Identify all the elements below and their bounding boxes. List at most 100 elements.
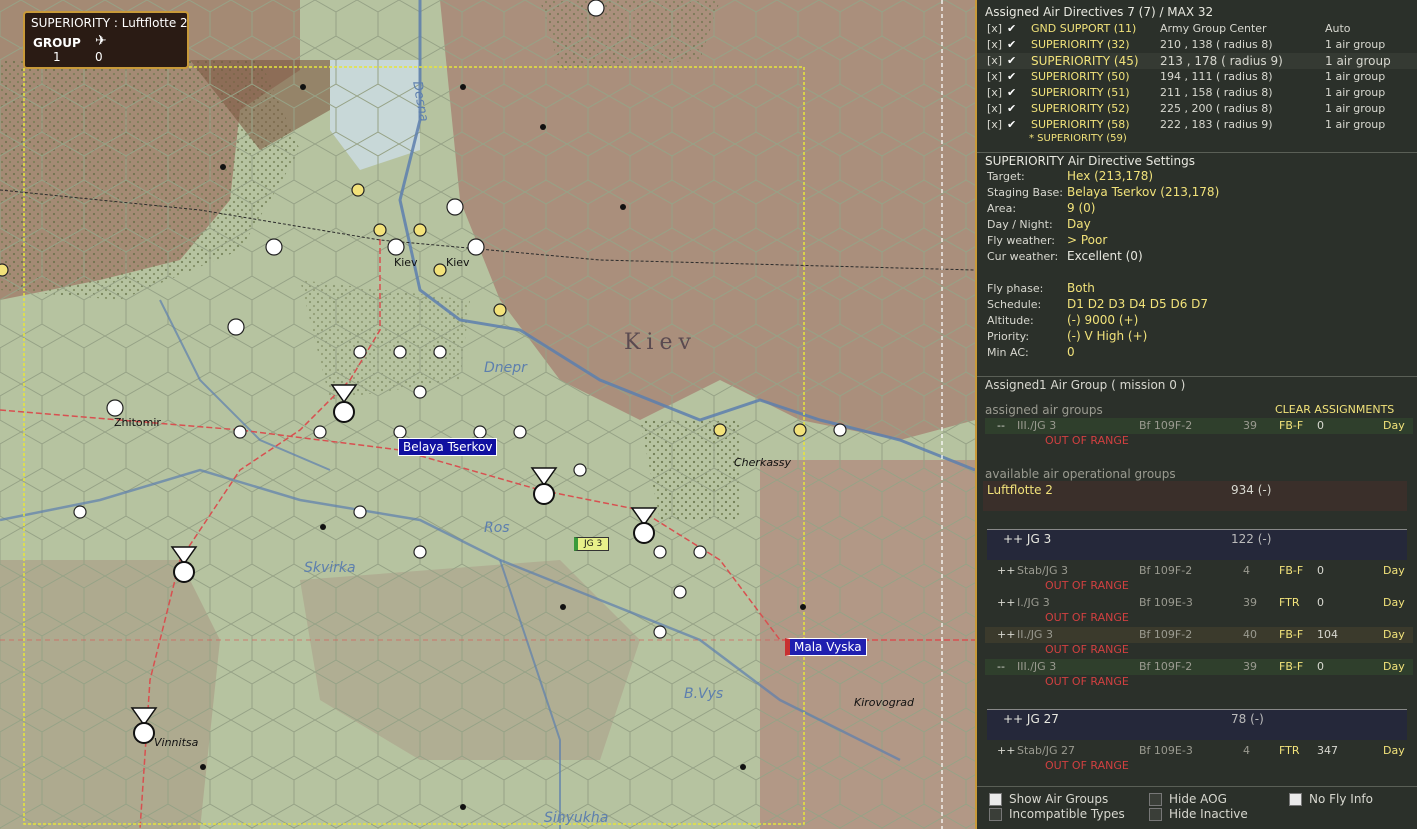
air-unit-row[interactable]: ++ Stab/JG 3 Bf 109F-2 4 FB-F 0 Day: [985, 563, 1413, 579]
row-status: OUT OF RANGE: [1045, 643, 1129, 656]
setting-key: Area:: [987, 202, 1017, 215]
row-mark[interactable]: ++: [997, 564, 1015, 577]
show-air-groups-checkbox[interactable]: [989, 793, 1002, 806]
assigned-group-row[interactable]: -- III./JG 3 Bf 109F-2 39 FB-F 0 Day: [985, 418, 1413, 434]
directive-row[interactable]: [x] ✔ GND SUPPORT (11) Army Group Center Aut…: [977, 21, 1417, 37]
directive-row[interactable]: [x] ✔ SUPERIORITY (50) 194 , 111 ( radius 8…: [977, 69, 1417, 85]
setting-key: Altitude:: [987, 314, 1034, 327]
directive-overlay: SUPERIORITY : Luftflotte 2 GROUP ✈ 1 0: [23, 11, 189, 69]
directive-name: SUPERIORITY (50): [1031, 70, 1130, 83]
row-unit: III./JG 3: [1017, 660, 1057, 673]
air-unit-row[interactable]: ++ I./JG 3 Bf 109E-3 39 FTR 0 Day: [985, 595, 1413, 611]
air-group-header[interactable]: ++ JG 27 78 (-): [987, 709, 1407, 740]
directive-enabled[interactable]: [x]: [987, 86, 1002, 99]
setting-value: Excellent (0): [1067, 249, 1143, 263]
no-fly-info-checkbox[interactable]: [1289, 793, 1302, 806]
air-unit-row[interactable]: ++ Stab/JG 27 Bf 109E-3 4 FTR 347 Day: [985, 743, 1413, 759]
checkmark-icon[interactable]: ✔: [1007, 54, 1016, 67]
city-label-kiev-2: Kiev: [446, 256, 470, 269]
row-mark[interactable]: ++: [997, 596, 1015, 609]
directive-enabled[interactable]: [x]: [987, 118, 1002, 131]
available-groups-label: available air operational groups: [985, 467, 1176, 481]
air-group-name: ++ JG 3: [1003, 532, 1052, 546]
row-mark[interactable]: --: [997, 660, 1005, 673]
hide-aog-checkbox[interactable]: [1149, 793, 1162, 806]
overlay-title: SUPERIORITY : Luftflotte 2: [31, 16, 188, 30]
air-group-counter-jg3[interactable]: JG 3: [574, 537, 610, 551]
region-label-kiev: Kiev: [624, 330, 697, 355]
row-aircraft: Bf 109E-3: [1139, 744, 1193, 757]
assigned-groups-label: assigned air groups: [985, 403, 1103, 417]
directive-enabled[interactable]: [x]: [987, 70, 1002, 83]
river-label-ros: Ros: [484, 520, 510, 536]
setting-key: Min AC:: [987, 346, 1029, 359]
directive-enabled[interactable]: [x]: [987, 22, 1002, 35]
city-label-kiev: Kiev: [394, 256, 418, 269]
directive-enabled[interactable]: [x]: [987, 102, 1002, 115]
incompatible-types-label: Incompatible Types: [1009, 807, 1125, 821]
directive-row[interactable]: [x] ✔ SUPERIORITY (32) 210 , 138 ( radius 8…: [977, 37, 1417, 53]
hide-aog-label: Hide AOG: [1169, 792, 1227, 806]
checkmark-icon[interactable]: ✔: [1007, 38, 1016, 51]
directive-target: 213 , 178 ( radius 9): [1160, 54, 1283, 68]
checkmark-icon[interactable]: ✔: [1007, 102, 1016, 115]
city-label-mala-vyska[interactable]: Mala Vyska: [785, 638, 867, 656]
air-unit-row[interactable]: -- III./JG 3 Bf 109F-2 39 FB-F 0 Day: [985, 659, 1413, 675]
row-aircraft: Bf 109E-3: [1139, 596, 1193, 609]
checkmark-icon[interactable]: ✔: [1007, 118, 1016, 131]
row-time: Day: [1383, 596, 1405, 609]
directive-amount: 1 air group: [1325, 102, 1386, 115]
row-count: 40: [1243, 628, 1257, 641]
row-time: Day: [1383, 660, 1405, 673]
row-status: OUT OF RANGE: [1045, 579, 1129, 592]
incompatible-types-checkbox[interactable]: [989, 808, 1002, 821]
directive-name: SUPERIORITY (52): [1031, 102, 1130, 115]
directive-row[interactable]: [x] ✔ SUPERIORITY (45) 213 , 178 ( radius 9…: [977, 53, 1417, 69]
row-type: FB-F: [1279, 628, 1304, 641]
river-label-sinyukha: Sinyukha: [544, 810, 609, 826]
directive-amount: 1 air group: [1325, 54, 1391, 68]
setting-value[interactable]: 0: [1067, 345, 1075, 359]
row-type: FTR: [1279, 744, 1300, 757]
directive-row[interactable]: [x] ✔ SUPERIORITY (52) 225 , 200 ( radius 8…: [977, 101, 1417, 117]
setting-value[interactable]: D1 D2 D3 D4 D5 D6 D7: [1067, 297, 1208, 311]
directive-enabled[interactable]: [x]: [987, 38, 1002, 51]
air-unit-row[interactable]: ++ II./JG 3 Bf 109F-2 40 FB-F 104 Day: [985, 627, 1413, 643]
row-status: OUT OF RANGE: [1045, 675, 1129, 688]
row-mark[interactable]: ++: [997, 628, 1015, 641]
setting-value: Both: [1067, 281, 1095, 295]
checkmark-icon[interactable]: ✔: [1007, 22, 1016, 35]
directive-partial-row[interactable]: * SUPERIORITY (59): [1029, 133, 1127, 144]
row-missions: 104: [1317, 628, 1338, 641]
directive-target: 194 , 111 ( radius 8): [1160, 70, 1273, 83]
setting-key: Schedule:: [987, 298, 1042, 311]
air-directive-panel: Assigned Air Directives 7 (7) / MAX 32 […: [975, 0, 1417, 829]
hide-inactive-label: Hide Inactive: [1169, 807, 1248, 821]
directive-row[interactable]: [x] ✔ SUPERIORITY (58) 222 , 183 ( radius 9…: [977, 117, 1417, 133]
directive-name: SUPERIORITY (32): [1031, 38, 1130, 51]
city-label-cherkassy: Cherkassy: [734, 456, 792, 469]
row-mark[interactable]: ++: [997, 744, 1015, 757]
directive-row[interactable]: [x] ✔ SUPERIORITY (51) 211 , 158 ( radius 8…: [977, 85, 1417, 101]
row-missions: 0: [1317, 419, 1324, 432]
city-label-kirovograd: Kirovograd: [854, 696, 914, 709]
checkmark-icon[interactable]: ✔: [1007, 70, 1016, 83]
directive-enabled[interactable]: [x]: [987, 54, 1002, 67]
river-label-skvirka: Skvirka: [304, 560, 356, 576]
clear-assignments-button[interactable]: CLEAR ASSIGNMENTS: [1275, 403, 1394, 416]
overlay-plane-count: 0: [95, 50, 103, 64]
directive-amount: 1 air group: [1325, 86, 1386, 99]
setting-value[interactable]: (-) V High (+): [1067, 329, 1147, 343]
setting-value: Belaya Tserkov (213,178): [1067, 185, 1220, 199]
air-group-header[interactable]: ++ JG 3 122 (-): [987, 529, 1407, 560]
city-label-belaya-tserkov[interactable]: Belaya Tserkov: [398, 438, 498, 456]
fleet-row[interactable]: Luftflotte 2 934 (-): [983, 481, 1407, 511]
checkmark-icon[interactable]: ✔: [1007, 86, 1016, 99]
river-label-dnepr: Dnepr: [484, 360, 527, 376]
directive-amount: Auto: [1325, 22, 1351, 35]
setting-key: Fly phase:: [987, 282, 1044, 295]
setting-value[interactable]: (-) 9000 (+): [1067, 313, 1138, 327]
hide-inactive-checkbox[interactable]: [1149, 808, 1162, 821]
air-group-value: 78 (-): [1231, 712, 1264, 726]
game-map[interactable]: Kiev Kiev Kiev Dnepr Zhitomir Cherkassy …: [0, 0, 975, 829]
